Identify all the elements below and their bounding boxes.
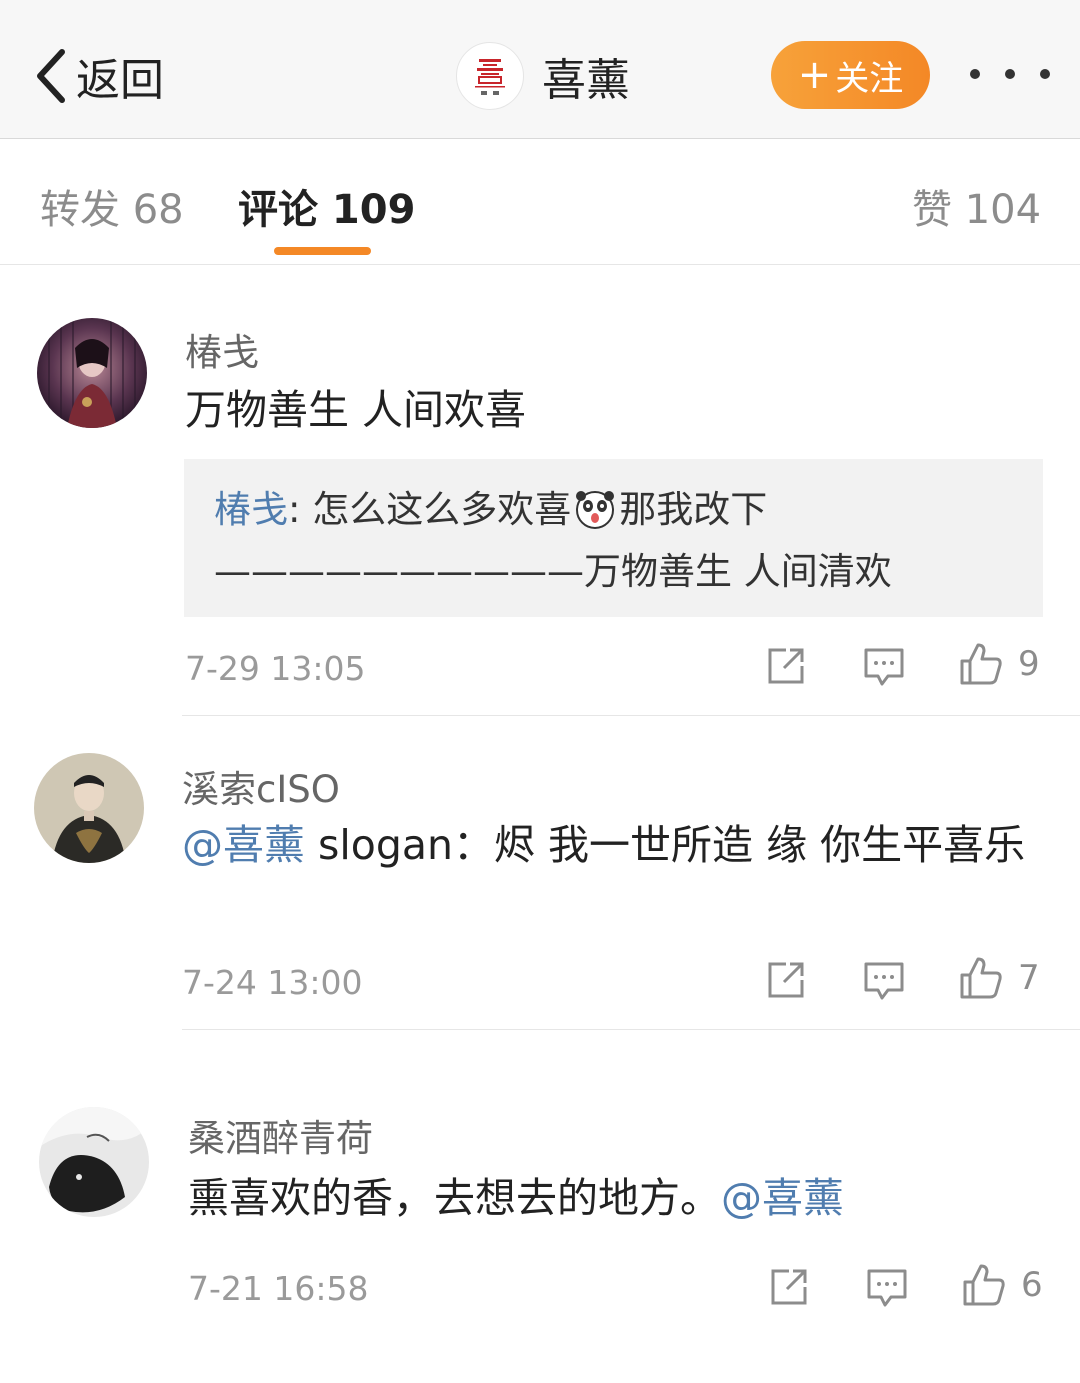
brand-logo: [456, 42, 524, 110]
comment-text-body: 熏喜欢的香，去想去的地方。: [188, 1174, 721, 1222]
thumbs-up-icon: [960, 643, 1002, 685]
back-label: 返回: [76, 55, 164, 106]
comment-time: 7-21 16:58: [188, 1269, 369, 1308]
comment-username[interactable]: 桑酒醉青荷: [188, 1108, 373, 1162]
share-icon: [771, 1269, 807, 1305]
like-count: 9: [1018, 644, 1040, 684]
comment-icon: [864, 648, 904, 686]
quoted-text: 怎么这么多欢喜: [312, 488, 572, 531]
account-info[interactable]: 喜薰: [456, 42, 630, 110]
share-icon: [768, 962, 804, 998]
repost-button[interactable]: [764, 958, 808, 1002]
plus-icon: +: [797, 52, 832, 98]
tab-bar: 转发 68 评论 109 赞 104: [0, 139, 1080, 265]
comment-username[interactable]: 椿戋: [185, 322, 259, 376]
more-dot: [970, 69, 980, 79]
divider: [182, 715, 1080, 716]
chevron-left-icon: [37, 49, 65, 103]
quoted-text-line2: ——————————万物善生 人间清欢: [214, 550, 892, 593]
comment-text: 万物善生 人间欢喜: [185, 386, 527, 434]
more-dot: [1005, 69, 1015, 79]
mention-link[interactable]: @喜薰: [182, 821, 305, 869]
quote-colon: :: [288, 488, 313, 531]
more-dot: [1040, 69, 1050, 79]
comment-text-body: slogan：烬 我一世所造 缘 你生平喜乐: [305, 821, 1026, 869]
avatar-image: [37, 318, 147, 428]
like-button[interactable]: 9: [958, 641, 1040, 687]
avatar-image: [34, 753, 144, 863]
comment-icon: [864, 962, 904, 1000]
comment-time: 7-29 13:05: [185, 649, 366, 688]
like-button[interactable]: 7: [958, 955, 1040, 1001]
repost-button[interactable]: [767, 1265, 811, 1309]
avatar[interactable]: [34, 753, 144, 863]
avatar-image: [39, 1107, 149, 1217]
reply-button[interactable]: [862, 960, 906, 1002]
comment-item: 溪索cISO @喜薰 slogan：烬 我一世所造 缘 你生平喜乐 7-24 1…: [0, 724, 1080, 1032]
like-count: 6: [1021, 1265, 1043, 1305]
like-count: 7: [1018, 958, 1040, 998]
more-options-icon[interactable]: [970, 52, 1050, 96]
brand-logo-icon: [475, 59, 505, 95]
tab-comments[interactable]: 评论 109: [238, 177, 415, 235]
reply-button[interactable]: [865, 1267, 909, 1309]
comment-item: 桑酒醉青荷 熏喜欢的香，去想去的地方。@喜薰 7-21 16:58 6: [0, 1040, 1080, 1383]
repost-button[interactable]: [764, 644, 808, 688]
comment-text: @喜薰 slogan：烬 我一世所造 缘 你生平喜乐: [182, 814, 1042, 877]
like-button[interactable]: 6: [961, 1262, 1043, 1308]
comment-item: 椿戋 万物善生 人间欢喜 椿戋: 怎么这么多欢喜 那我改下 ——————————…: [0, 265, 1080, 717]
comment-time: 7-24 13:00: [182, 963, 363, 1002]
quoted-username[interactable]: 椿戋: [214, 488, 288, 531]
thumbs-up-icon: [963, 1264, 1005, 1306]
quoted-reply[interactable]: 椿戋: 怎么这么多欢喜 那我改下 ——————————万物善生 人间清欢: [184, 459, 1043, 617]
account-name: 喜薰: [542, 55, 630, 106]
share-icon: [768, 648, 804, 684]
comment-icon: [867, 1269, 907, 1307]
tab-reposts[interactable]: 转发 68: [40, 177, 184, 235]
mention-link[interactable]: @喜薰: [721, 1174, 844, 1222]
comment-text: 熏喜欢的香，去想去的地方。@喜薰: [188, 1167, 1048, 1230]
follow-label: 关注: [835, 58, 904, 99]
tab-likes[interactable]: 赞 104: [912, 177, 1041, 235]
back-button[interactable]: 返回: [30, 44, 164, 108]
avatar[interactable]: [39, 1107, 149, 1217]
quoted-text-after: 那我改下: [619, 488, 768, 531]
reply-button[interactable]: [862, 646, 906, 688]
nav-bar: 返回 喜薰 + 关注: [0, 0, 1080, 139]
active-tab-indicator: [274, 247, 371, 255]
panda-emoji-icon: [576, 491, 615, 529]
comment-username[interactable]: 溪索cISO: [182, 759, 340, 813]
thumbs-up-icon: [960, 957, 1002, 999]
divider: [182, 1029, 1080, 1030]
follow-button[interactable]: + 关注: [771, 41, 930, 109]
avatar[interactable]: [37, 318, 147, 428]
